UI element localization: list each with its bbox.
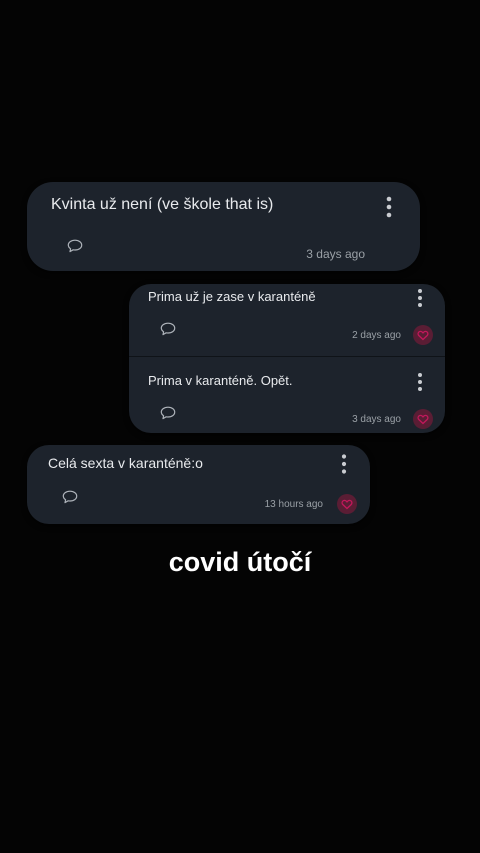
comment-icon[interactable] <box>160 322 176 336</box>
more-options-icon[interactable] <box>381 195 397 219</box>
timestamp: 3 days ago <box>306 247 365 261</box>
comment-icon[interactable] <box>62 490 78 504</box>
comment-icon[interactable] <box>160 406 176 420</box>
more-options-icon[interactable] <box>412 370 428 394</box>
message-text: Celá sexta v karanténě:o <box>48 455 203 471</box>
more-options-icon[interactable] <box>412 286 428 310</box>
caption-text: covid útočí <box>168 547 312 577</box>
message-text: Kvinta už není (ve škole that is) <box>51 196 274 213</box>
message-card[interactable]: Celá sexta v karanténě:o 13 hours ago <box>27 445 370 524</box>
timestamp: 3 days ago <box>352 414 401 425</box>
message-item[interactable]: Prima už je zase v karanténě 2 days ago <box>129 284 445 357</box>
heart-reaction-icon[interactable] <box>337 494 357 514</box>
heart-reaction-icon[interactable] <box>413 325 433 345</box>
message-item[interactable]: Prima v karanténě. Opět. 3 days ago <box>129 357 445 433</box>
message-text: Prima už je zase v karanténě <box>148 289 316 304</box>
more-options-icon[interactable] <box>336 452 352 476</box>
comment-icon[interactable] <box>67 239 83 253</box>
timestamp: 2 days ago <box>352 330 401 341</box>
message-card[interactable]: Kvinta už není (ve škole that is) 3 days… <box>27 182 420 271</box>
message-text: Prima v karanténě. Opět. <box>148 373 293 388</box>
heart-reaction-icon[interactable] <box>413 409 433 429</box>
timestamp: 13 hours ago <box>264 499 323 510</box>
message-card: Prima už je zase v karanténě 2 days ago … <box>129 284 445 433</box>
